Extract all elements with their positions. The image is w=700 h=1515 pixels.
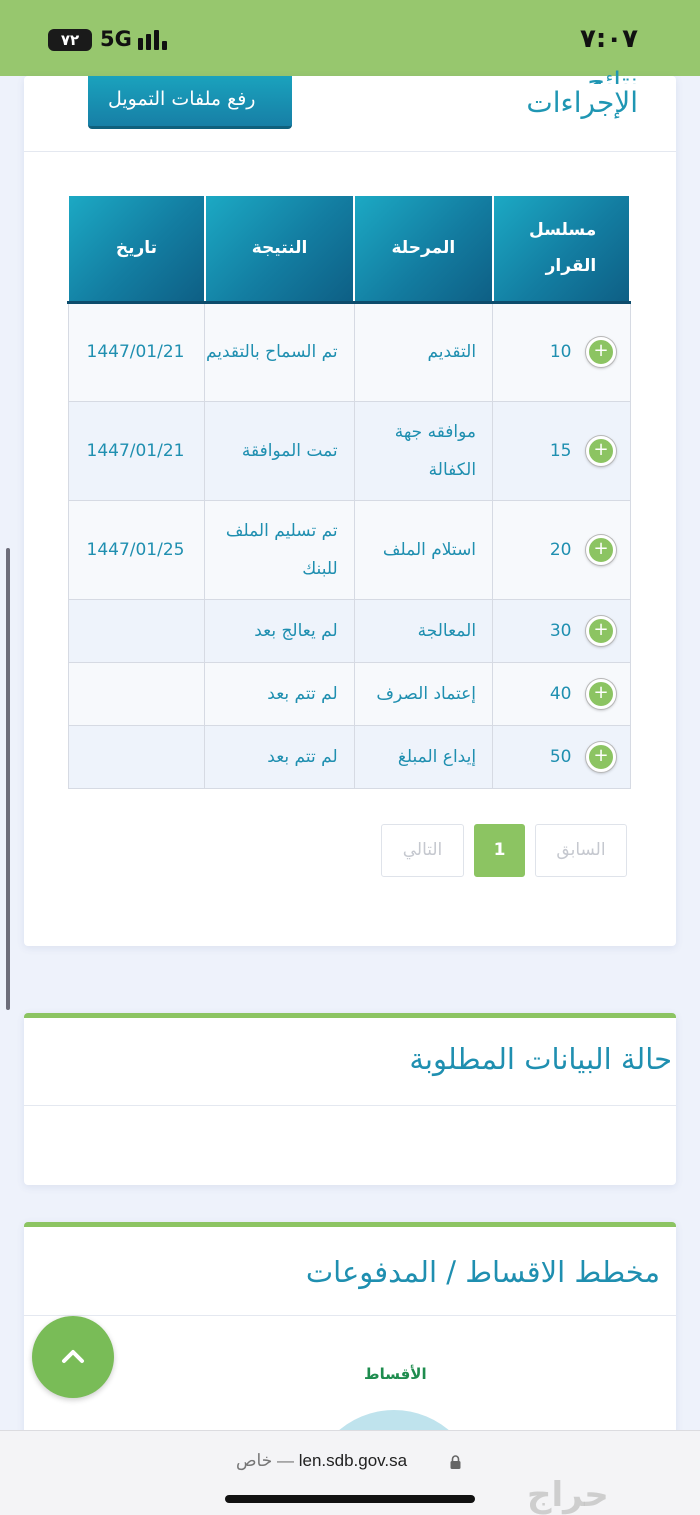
serial-value: 40 [549, 683, 572, 704]
result-cell: لم يعالج بعد [204, 598, 355, 663]
previous-page-button[interactable]: السابق [535, 824, 627, 877]
date-cell: 1447/01/25 [67, 499, 206, 600]
installments-title: مخطط الاقساط / المدفوعات [305, 1255, 660, 1289]
stage-cell: التقديم [353, 301, 494, 402]
home-indicator[interactable] [225, 1495, 475, 1503]
next-page-button[interactable]: التالي [381, 824, 464, 877]
chevron-up-icon [62, 1350, 84, 1363]
lock-icon [450, 1455, 461, 1469]
table-row: 50 + إيداع المبلغ لم تتم بعد [67, 724, 631, 789]
result-cell: تمت الموافقة [204, 400, 355, 501]
procedures-title-line1: نتائج [587, 66, 638, 84]
date-cell [67, 598, 206, 663]
table-header-row: مسلسل القرار المرحلة النتيجة تاريخ [67, 194, 632, 304]
table-row: 20 + استلام الملف تم تسليم الملف للبنك 14… [67, 499, 631, 600]
result-cell: تم تسليم الملف للبنك [204, 499, 355, 600]
expand-icon[interactable]: + [586, 678, 617, 709]
procedures-table: مسلسل القرار المرحلة النتيجة تاريخ 10 + ا… [67, 194, 632, 789]
battery-level: ٧٢ [60, 31, 80, 49]
required-data-title: حالة البيانات المطلوبة [409, 1042, 672, 1076]
divider [24, 1105, 676, 1106]
clock: ٧:٠٧ [580, 24, 639, 54]
serial-cell: 15 + [492, 400, 631, 501]
date-cell [67, 724, 206, 789]
result-cell: تم السماح بالتقديم [204, 301, 355, 402]
header-date: تاريخ [67, 194, 206, 304]
url-display[interactable]: خاص — len.sdb.gov.sa [236, 1451, 407, 1471]
serial-cell: 50 + [492, 724, 631, 789]
expand-icon[interactable]: + [586, 435, 617, 466]
stage-cell: استلام الملف [353, 499, 494, 600]
serial-cell: 40 + [492, 661, 631, 726]
date-cell: 1447/01/21 [67, 400, 206, 501]
serial-value: 20 [549, 539, 572, 560]
table-row: 30 + المعالجة لم يعالج بعد [67, 598, 631, 663]
stage-cell: إيداع المبلغ [353, 724, 494, 789]
url-text: len.sdb.gov.sa [298, 1451, 408, 1470]
scroll-top-button[interactable] [32, 1316, 114, 1398]
date-cell: 1447/01/21 [67, 301, 206, 402]
network-type: 5G [100, 27, 132, 51]
divider [24, 151, 676, 152]
serial-value: 50 [549, 746, 572, 767]
upload-files-button[interactable]: رفع ملفات التمويل [88, 76, 292, 129]
expand-icon[interactable]: + [586, 615, 617, 646]
serial-value: 30 [549, 620, 572, 641]
private-label: خاص [236, 1451, 273, 1470]
battery-icon: ٧٢ [48, 29, 92, 51]
current-page-button[interactable]: 1 [474, 824, 525, 877]
stage-cell: المعالجة [353, 598, 494, 663]
stage-cell: إعتماد الصرف [353, 661, 494, 726]
header-result: النتيجة [203, 194, 356, 304]
date-cell [67, 661, 206, 726]
scrollbar[interactable] [6, 548, 10, 1010]
expand-icon[interactable]: + [586, 337, 617, 367]
expand-icon[interactable]: + [586, 741, 617, 772]
table-row: 40 + إعتماد الصرف لم تتم بعد [67, 661, 631, 726]
browser-address-bar[interactable]: خاص — len.sdb.gov.sa حراج [0, 1430, 700, 1515]
watermark-logo: حراج [527, 1475, 609, 1515]
table-row: 15 + موافقه جهة الكفالة تمت الموافقة 1447… [67, 400, 631, 501]
serial-cell: 20 + [492, 499, 631, 600]
procedures-title: نتائج الإجراءات [526, 66, 638, 122]
divider [24, 1315, 676, 1316]
header-serial: مسلسل القرار [491, 194, 632, 304]
result-cell: لم تتم بعد [204, 724, 355, 789]
required-data-card: حالة البيانات المطلوبة [24, 1013, 676, 1185]
procedures-title-line2: الإجراءات [526, 86, 638, 119]
header-stage: المرحلة [353, 194, 494, 304]
stage-cell: موافقه جهة الكفالة [353, 400, 494, 501]
result-cell: لم تتم بعد [204, 661, 355, 726]
signal-icon [138, 30, 172, 50]
serial-value: 15 [549, 440, 572, 461]
installments-chart-label: الأقساط [364, 1365, 427, 1383]
table-row: 10 + التقديم تم السماح بالتقديم 1447/01/2… [67, 301, 631, 402]
url-separator: — [276, 1451, 294, 1470]
serial-value: 10 [549, 342, 572, 362]
serial-cell: 10 + [492, 301, 631, 402]
serial-cell: 30 + [492, 598, 631, 663]
expand-icon[interactable]: + [586, 534, 617, 565]
